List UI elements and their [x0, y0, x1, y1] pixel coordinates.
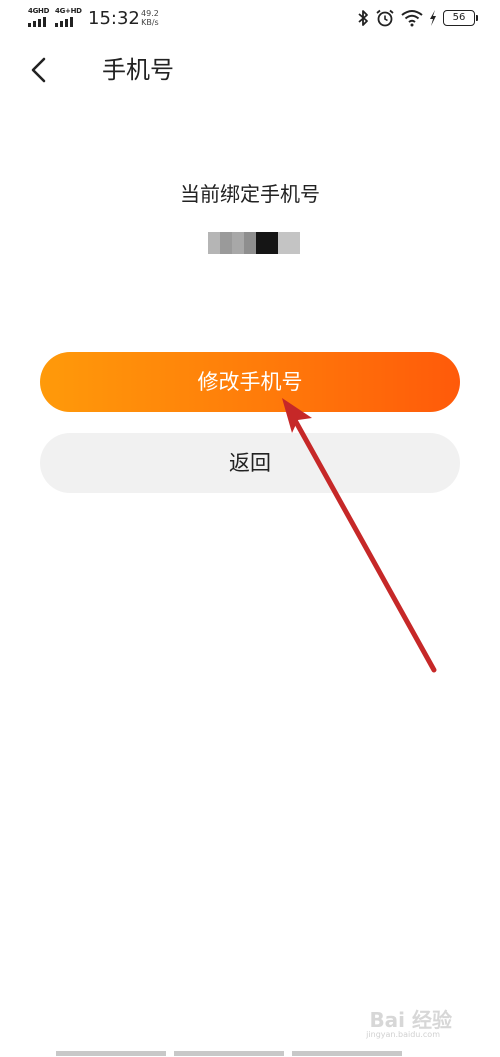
page-title: 手机号	[102, 56, 174, 84]
bluetooth-icon	[358, 10, 368, 26]
speed-unit: KB/s	[141, 18, 159, 27]
signal-2: 4G+HD	[55, 8, 82, 27]
clock: 15:32	[88, 8, 140, 29]
battery-icon: 56	[443, 10, 478, 26]
app-header: 手机号	[0, 45, 500, 100]
network-type-2: 4G+HD	[55, 7, 82, 15]
status-icons: 56	[357, 9, 478, 27]
current-phone-label: 当前绑定手机号	[180, 182, 320, 206]
alarm-icon	[376, 9, 394, 27]
status-bar: 4GHD 4G+HD 15:32 49.2 KB/s 56	[0, 0, 500, 40]
annotation-arrow-icon	[282, 398, 437, 673]
network-speed: 49.2 KB/s	[141, 9, 159, 27]
masked-phone-number	[208, 232, 300, 254]
signal-1: 4GHD	[28, 8, 49, 27]
speed-value: 49.2	[141, 9, 159, 18]
wifi-icon	[401, 10, 423, 27]
watermark-logo: Bai 经验	[369, 1008, 452, 1032]
bottom-bar	[56, 1051, 402, 1056]
signal-bars-1-icon	[28, 17, 49, 27]
chevron-left-icon[interactable]	[26, 55, 54, 85]
change-phone-button[interactable]: 修改手机号	[40, 352, 460, 412]
charging-icon	[430, 10, 436, 26]
battery-level: 56	[443, 10, 475, 26]
watermark-url: jingyan.baidu.com	[366, 1030, 440, 1039]
network-type-1: 4GHD	[28, 7, 50, 15]
signal-bars-2-icon	[55, 17, 82, 27]
back-button[interactable]: 返回	[40, 433, 460, 493]
